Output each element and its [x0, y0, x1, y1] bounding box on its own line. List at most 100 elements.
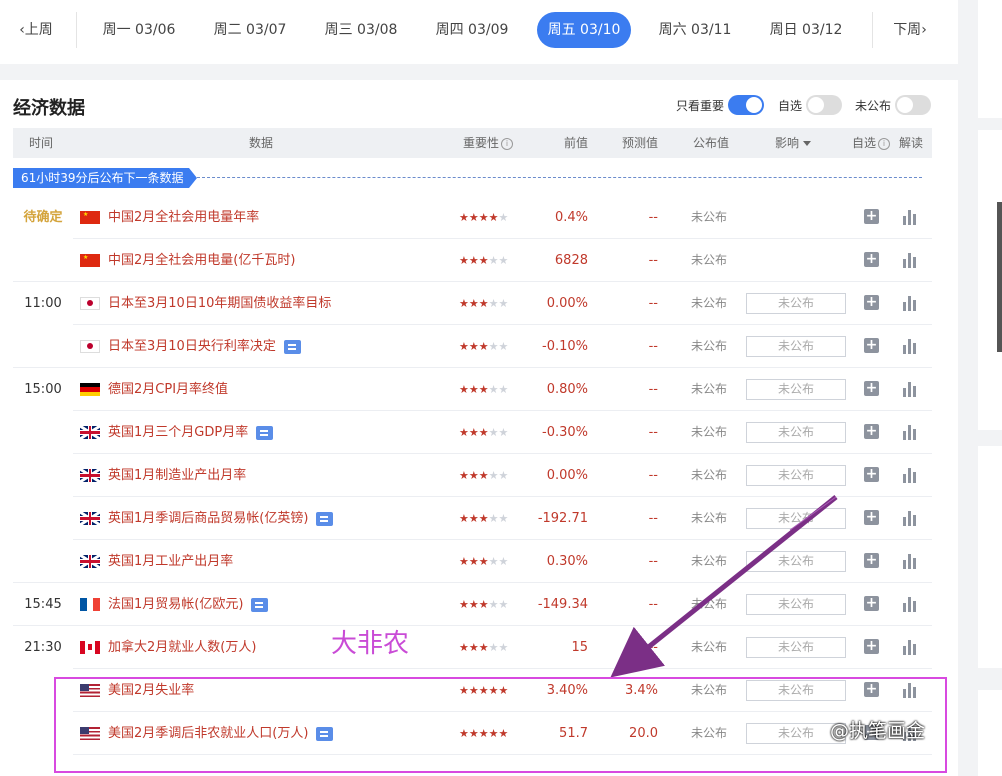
toggle-unreleased-switch[interactable] — [895, 95, 931, 115]
bar-chart-icon[interactable] — [903, 252, 917, 268]
info-icon[interactable]: i — [501, 137, 514, 150]
next-week-label: 下周 — [893, 22, 922, 38]
toggle-important-switch[interactable] — [728, 95, 764, 115]
news-icon[interactable] — [283, 339, 301, 354]
add-watch-button[interactable]: + — [864, 252, 879, 267]
star-icon: ★ — [468, 340, 479, 353]
watermark: @执笔画金 — [830, 720, 926, 742]
col-interpret: 解读 — [899, 136, 924, 150]
col-actual: 公布值 — [693, 136, 730, 150]
bar-chart-icon[interactable] — [903, 596, 917, 612]
flag-ca-icon — [80, 641, 100, 654]
col-forecast: 预测值 — [622, 136, 659, 150]
prev-week-button[interactable]: ‹上周 — [10, 12, 62, 48]
bar-chart-icon[interactable] — [903, 424, 917, 440]
star-icon: ★ — [498, 598, 509, 611]
day-tab-sun[interactable]: 周日 03/12 — [765, 12, 847, 48]
day-tab-thu[interactable]: 周四 03/09 — [431, 12, 513, 48]
news-icon[interactable] — [251, 597, 269, 612]
star-icon: ★ — [498, 512, 509, 525]
forecast-value: -- — [648, 339, 658, 354]
forecast-value: -- — [648, 554, 658, 569]
event-name[interactable]: 德国2月CPI月率终值 — [108, 368, 228, 411]
impact-box: 未公布 — [746, 336, 846, 357]
importance-stars: ★★★★★ — [459, 282, 508, 325]
add-watch-button[interactable]: + — [864, 209, 879, 224]
table-row: 21:30 加拿大2月就业人数(万人) ★★★★★ 15 -- 未公布 未公布 … — [13, 626, 932, 669]
info-icon[interactable]: i — [878, 137, 891, 150]
news-icon[interactable] — [316, 511, 334, 526]
event-name[interactable]: 英国1月工业产出月率 — [108, 540, 233, 583]
next-week-button[interactable]: 下周› — [884, 12, 936, 48]
event-name[interactable]: 英国1月季调后商品贸易帐(亿英镑) — [108, 497, 334, 540]
day-tab-mon[interactable]: 周一 03/06 — [98, 12, 180, 48]
star-icon: ★ — [468, 254, 479, 267]
add-watch-button[interactable]: + — [864, 338, 879, 353]
sidebar-card — [978, 446, 1002, 668]
event-name-text: 英国1月季调后商品贸易帐(亿英镑) — [108, 511, 309, 526]
bar-chart-icon[interactable] — [903, 467, 917, 483]
event-name-text: 英国1月制造业产出月率 — [108, 468, 247, 483]
add-watch-button[interactable]: + — [864, 553, 879, 568]
star-icon: ★ — [459, 469, 469, 482]
bar-chart-icon[interactable] — [903, 338, 917, 354]
bar-chart-icon[interactable] — [903, 553, 917, 569]
add-watch-button[interactable]: + — [864, 510, 879, 525]
bar-chart-icon[interactable] — [903, 639, 917, 655]
news-icon[interactable] — [256, 425, 274, 440]
event-name-text: 英国1月三个月GDP月率 — [108, 425, 249, 440]
day-tab-sat[interactable]: 周六 03/11 — [654, 12, 736, 48]
event-name-text: 中国2月全社会用电量(亿千瓦时) — [108, 253, 296, 268]
star-icon: ★ — [468, 512, 479, 525]
event-name[interactable]: 英国1月制造业产出月率 — [108, 454, 246, 497]
star-icon: ★ — [478, 297, 489, 310]
add-watch-button[interactable]: + — [864, 596, 879, 611]
row-time — [13, 239, 73, 282]
table-row: 11:00 日本至3月10日10年期国债收益率目标 ★★★★★ 0.00% --… — [13, 282, 932, 325]
star-icon: ★ — [478, 641, 489, 654]
add-watch-button[interactable]: + — [864, 639, 879, 654]
col-watch-label: 自选 — [852, 136, 877, 150]
star-icon: ★ — [468, 469, 479, 482]
bar-chart-icon[interactable] — [903, 295, 917, 311]
add-watch-button[interactable]: + — [864, 295, 879, 310]
importance-stars: ★★★★★ — [459, 325, 508, 368]
event-name-text: 英国1月工业产出月率 — [108, 554, 234, 569]
bar-chart-icon[interactable] — [903, 381, 917, 397]
col-impact[interactable]: 影响 — [775, 128, 812, 158]
star-icon: ★ — [478, 254, 489, 267]
bar-chart-icon[interactable] — [903, 209, 917, 225]
star-icon: ★ — [498, 641, 509, 654]
col-watch[interactable]: 自选 i — [852, 128, 891, 158]
col-previous: 前值 — [564, 136, 589, 150]
day-tab-fri[interactable]: 周五 03/10 — [537, 12, 631, 48]
prev-week-label: 上周 — [24, 22, 53, 38]
forecast-value: -- — [648, 425, 658, 440]
economic-data-panel: 经济数据 只看重要 自选 未公布 时间 数据 重要性 i 前值 预测值 公布值 影… — [0, 80, 958, 776]
annotation-label: 大非农 — [331, 629, 410, 659]
flag-gb-icon — [80, 555, 100, 568]
add-watch-button[interactable]: + — [864, 381, 879, 396]
toggle-watchlist-switch[interactable] — [806, 95, 842, 115]
event-name[interactable]: 英国1月三个月GDP月率 — [108, 411, 274, 454]
importance-stars: ★★★★★ — [459, 411, 508, 454]
star-icon: ★ — [468, 641, 479, 654]
event-name[interactable]: 法国1月贸易帐(亿欧元) — [108, 583, 269, 626]
bar-chart-icon[interactable] — [903, 510, 917, 526]
star-icon: ★ — [488, 340, 499, 353]
day-tab-tue[interactable]: 周二 03/07 — [209, 12, 291, 48]
col-importance[interactable]: 重要性 i — [463, 128, 514, 158]
event-name[interactable]: 日本至3月10日10年期国债收益率目标 — [108, 282, 331, 325]
event-name[interactable]: 中国2月全社会用电量(亿千瓦时) — [108, 239, 295, 282]
event-name[interactable]: 中国2月全社会用电量年率 — [108, 196, 259, 239]
event-name[interactable]: 加拿大2月就业人数(万人) — [108, 626, 256, 669]
add-watch-button[interactable]: + — [864, 424, 879, 439]
forecast-value: -- — [648, 382, 658, 397]
day-tab-wed[interactable]: 周三 03/08 — [320, 12, 402, 48]
star-icon: ★ — [498, 383, 509, 396]
add-watch-button[interactable]: + — [864, 467, 879, 482]
countdown-line — [197, 177, 922, 178]
row-time — [13, 325, 73, 368]
event-name[interactable]: 日本至3月10日央行利率决定 — [108, 325, 301, 368]
importance-stars: ★★★★★ — [459, 454, 508, 497]
